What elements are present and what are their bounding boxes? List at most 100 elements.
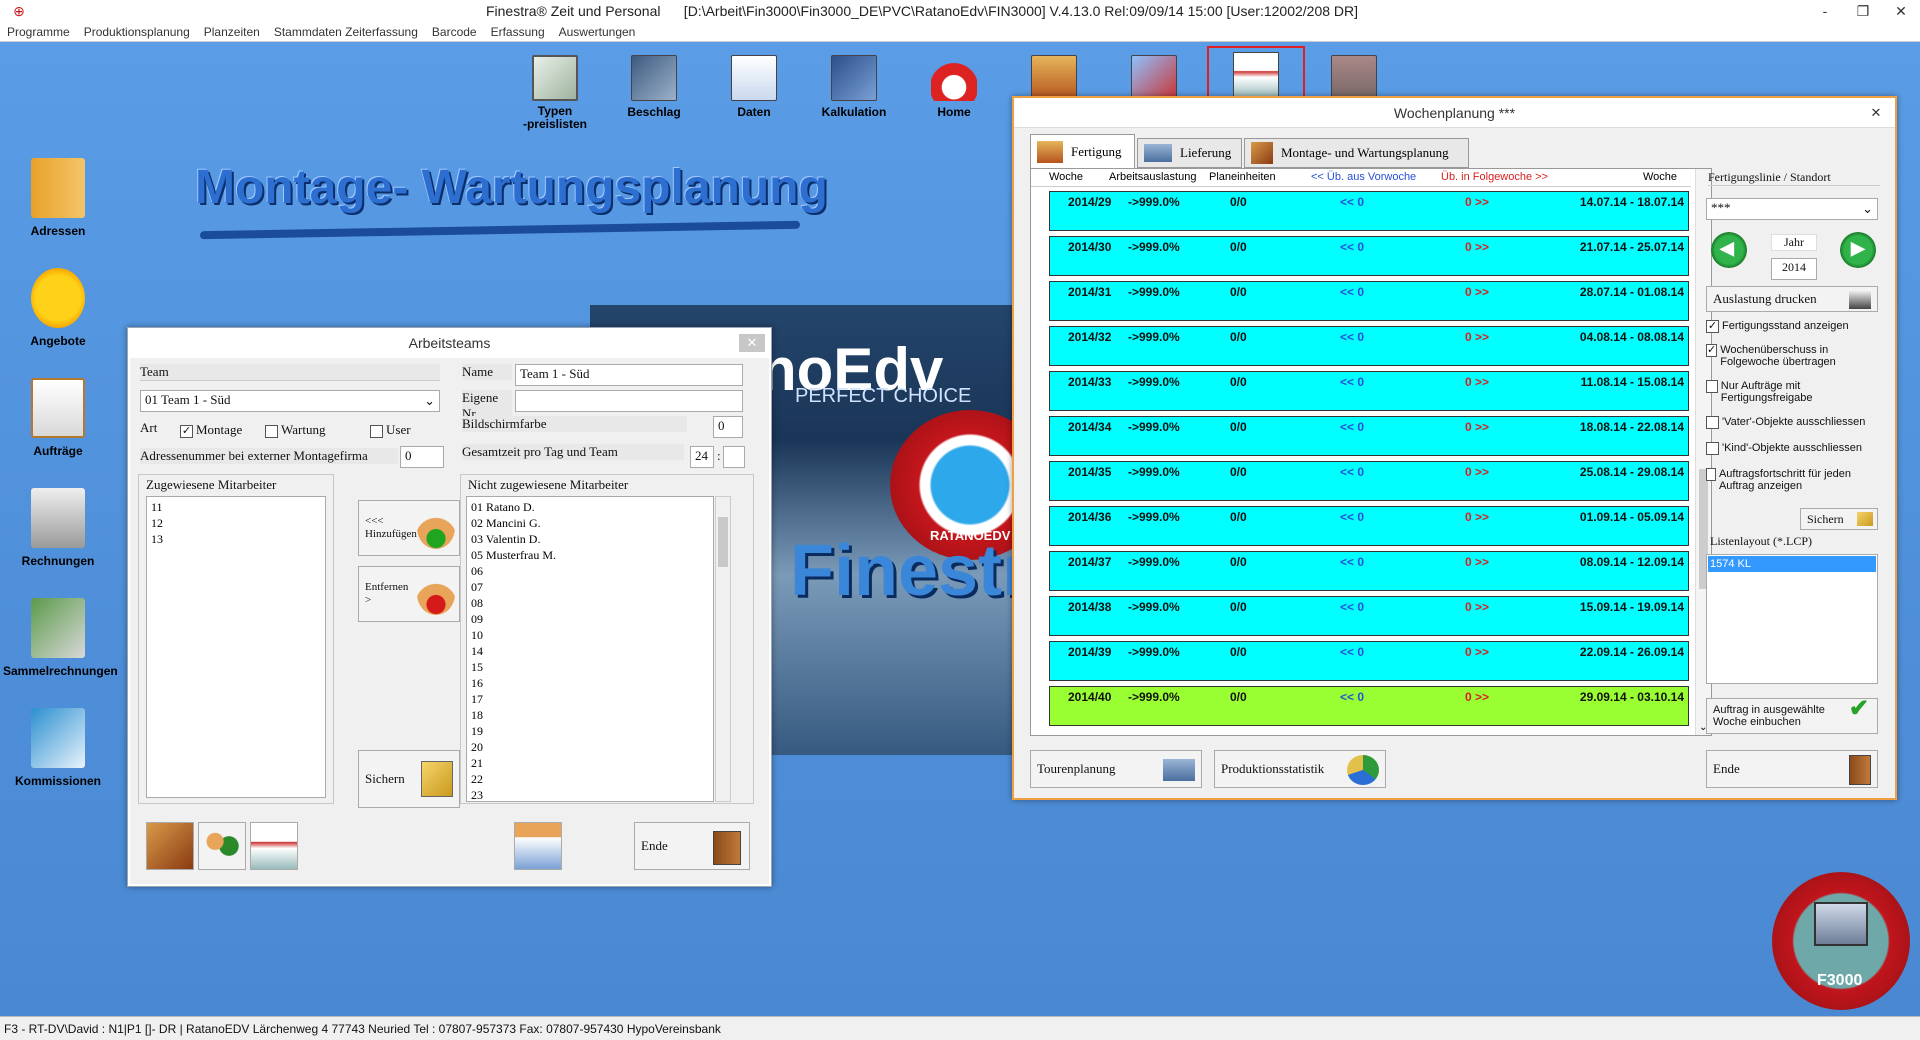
woche-row[interactable]: 2014/35 ->999.0% 0/0 << 0 0 >> 25.08.14 - 29.…: [1049, 461, 1689, 501]
woche-row[interactable]: 2014/37 ->999.0% 0/0 << 0 0 >> 08.09.14 - 12.…: [1049, 551, 1689, 591]
list-item[interactable]: 03 Valentin D.: [471, 531, 709, 547]
bildschirmfarbe-input[interactable]: 0: [713, 416, 743, 438]
list-item[interactable]: 05 Musterfrau M.: [471, 547, 709, 563]
list-item[interactable]: 18: [471, 707, 709, 723]
check-vater-objekte[interactable]: 'Vater'-Objekte ausschliessen: [1706, 416, 1876, 429]
calendar-user-button[interactable]: [514, 822, 562, 870]
name-input[interactable]: Team 1 - Süd: [515, 364, 743, 386]
list-item[interactable]: 21: [471, 755, 709, 771]
tourenplanung-button[interactable]: Tourenplanung: [1030, 750, 1202, 788]
gesamtzeit-hours-input[interactable]: 24: [690, 446, 714, 468]
menu-planzeiten[interactable]: Planzeiten: [197, 25, 267, 39]
prev-year-button[interactable]: ◀: [1711, 232, 1747, 268]
eigene-nr-input[interactable]: [515, 390, 743, 412]
nav-sammelrechnungen[interactable]: Sammelrechnungen: [3, 598, 118, 678]
listenlayout-list[interactable]: 1574 KL: [1706, 554, 1878, 684]
list-item[interactable]: 01 Ratano D.: [471, 499, 709, 515]
tab-lieferung[interactable]: Lieferung: [1137, 138, 1242, 168]
list-item[interactable]: 13: [151, 531, 321, 547]
woche-row[interactable]: 2014/30 ->999.0% 0/0 << 0 0 >> 21.07.14 - 25.…: [1049, 236, 1689, 276]
list-item[interactable]: 16: [471, 675, 709, 691]
menu-barcode[interactable]: Barcode: [425, 25, 484, 39]
tools-button[interactable]: [146, 822, 194, 870]
menu-auswertungen[interactable]: Auswertungen: [552, 25, 643, 39]
list-item[interactable]: 15: [471, 659, 709, 675]
restore-button[interactable]: ❐: [1844, 3, 1882, 20]
list-item[interactable]: 07: [471, 579, 709, 595]
listenlayout-item-selected[interactable]: 1574 KL: [1708, 556, 1876, 572]
list-item[interactable]: 23: [471, 787, 709, 801]
nav-auftraege[interactable]: Aufträge: [3, 378, 113, 458]
fertigungslinie-select[interactable]: *** ⌄: [1706, 198, 1878, 220]
list-item[interactable]: 20: [471, 739, 709, 755]
nav-rechnungen[interactable]: Rechnungen: [3, 488, 113, 568]
zugewiesen-list[interactable]: 11 12 13: [146, 496, 326, 798]
toolbar-home[interactable]: Home: [909, 55, 999, 119]
art-montage-checkbox[interactable]: ✓ Montage: [180, 422, 242, 438]
list-item[interactable]: 12: [151, 515, 321, 531]
list-item[interactable]: 02 Mancini G.: [471, 515, 709, 531]
menu-erfassung[interactable]: Erfassung: [484, 25, 552, 39]
list-item[interactable]: 14: [471, 643, 709, 659]
woche-row[interactable]: 2014/31 ->999.0% 0/0 << 0 0 >> 28.07.14 - 01.…: [1049, 281, 1689, 321]
woche-row[interactable]: 2014/33 ->999.0% 0/0 << 0 0 >> 11.08.14 - 15.…: [1049, 371, 1689, 411]
einbuchen-button[interactable]: Auftrag in ausgewählte Woche einbuchen ✔: [1706, 697, 1878, 734]
toolbar-kalkulation[interactable]: Kalkulation: [809, 55, 899, 119]
list-item[interactable]: 08: [471, 595, 709, 611]
next-year-button[interactable]: ▶: [1840, 232, 1876, 268]
list-item[interactable]: 19: [471, 723, 709, 739]
f3000-badge[interactable]: F3000: [1772, 872, 1910, 1010]
woche-row[interactable]: 2014/40 ->999.0% 0/0 << 0 0 >> 29.09.14 - 03.…: [1049, 686, 1689, 726]
wochenplanung-close-button[interactable]: ✕: [1863, 104, 1889, 122]
auslastung-drucken-button[interactable]: Auslastung drucken: [1706, 286, 1878, 312]
woche-row[interactable]: 2014/34 ->999.0% 0/0 << 0 0 >> 18.08.14 - 22.…: [1049, 416, 1689, 456]
toolbar-beschlag[interactable]: Beschlag: [609, 55, 699, 119]
nicht-zugewiesen-list[interactable]: 01 Ratano D. 02 Mancini G. 03 Valentin D…: [466, 496, 714, 802]
list-item[interactable]: 17: [471, 691, 709, 707]
list-item[interactable]: 06: [471, 563, 709, 579]
menu-programme[interactable]: Programme: [0, 25, 77, 39]
art-wartung-checkbox[interactable]: Wartung: [265, 422, 325, 438]
nav-adressen[interactable]: Adressen: [3, 158, 113, 238]
toolbar-typenpreislisten[interactable]: Typen -preislisten: [510, 55, 600, 131]
list-item[interactable]: 11: [151, 499, 321, 515]
gesamtzeit-minutes-input[interactable]: [723, 446, 745, 468]
wochenplanung-sichern-button[interactable]: Sichern: [1800, 508, 1878, 530]
woche-row[interactable]: 2014/39 ->999.0% 0/0 << 0 0 >> 22.09.14 - 26.…: [1049, 641, 1689, 681]
list-scrollbar[interactable]: [715, 496, 731, 802]
check-fertigungsfreigabe[interactable]: Nur Aufträge mit Fertigungsfreigabe: [1706, 380, 1876, 404]
produktionsstatistik-button[interactable]: Produktionsstatistik: [1214, 750, 1386, 788]
toolbar-daten[interactable]: Daten: [709, 55, 799, 119]
toolbar-planning-selected[interactable]: [1207, 46, 1305, 102]
menu-stammdaten[interactable]: Stammdaten Zeiterfassung: [267, 25, 425, 39]
check-wochenueberschuss[interactable]: ✓ Wochenüberschuss in Folgewoche übertrag…: [1706, 344, 1876, 368]
woche-row[interactable]: 2014/36 ->999.0% 0/0 << 0 0 >> 01.09.14 - 05.…: [1049, 506, 1689, 546]
adressnr-input[interactable]: 0: [400, 446, 444, 468]
woche-row[interactable]: 2014/38 ->999.0% 0/0 << 0 0 >> 15.09.14 - 19.…: [1049, 596, 1689, 636]
scrollbar-thumb[interactable]: [718, 517, 728, 567]
art-user-checkbox[interactable]: User: [370, 422, 411, 438]
arbeitsteams-ende-button[interactable]: Ende: [634, 822, 750, 870]
woche-row[interactable]: 2014/29 ->999.0% 0/0 << 0 0 >> 14.07.14 - 18.…: [1049, 191, 1689, 231]
team-select[interactable]: 01 Team 1 - Süd ⌄: [140, 390, 440, 412]
entfernen-button[interactable]: Entfernen >: [358, 566, 460, 622]
list-item[interactable]: 22: [471, 771, 709, 787]
list-item[interactable]: 10: [471, 627, 709, 643]
tab-fertigung[interactable]: Fertigung: [1030, 134, 1135, 168]
nav-kommissionen[interactable]: Kommissionen: [3, 708, 113, 788]
nav-angebote[interactable]: Angebote: [3, 268, 113, 348]
list-item[interactable]: 09: [471, 611, 709, 627]
planning-button[interactable]: [250, 822, 298, 870]
hinzufuegen-button[interactable]: <<< Hinzufügen: [358, 500, 460, 556]
check-fertigungsstand[interactable]: ✓ Fertigungsstand anzeigen: [1706, 320, 1876, 333]
sichern-button[interactable]: Sichern: [358, 750, 460, 808]
check-kind-objekte[interactable]: 'Kind'-Objekte ausschliessen: [1706, 442, 1876, 455]
arbeitsteams-close-button[interactable]: ✕: [739, 334, 765, 352]
close-button[interactable]: ✕: [1882, 3, 1920, 20]
woche-row[interactable]: 2014/32 ->999.0% 0/0 << 0 0 >> 04.08.14 - 08.…: [1049, 326, 1689, 366]
minimize-button[interactable]: -: [1806, 3, 1844, 19]
team-users-button[interactable]: [198, 822, 246, 870]
wochenplanung-ende-button[interactable]: Ende: [1706, 750, 1878, 788]
jahr-input[interactable]: 2014: [1771, 258, 1817, 280]
check-auftragsfortschritt[interactable]: Auftragsfortschritt für jeden Auftrag an…: [1706, 468, 1876, 492]
